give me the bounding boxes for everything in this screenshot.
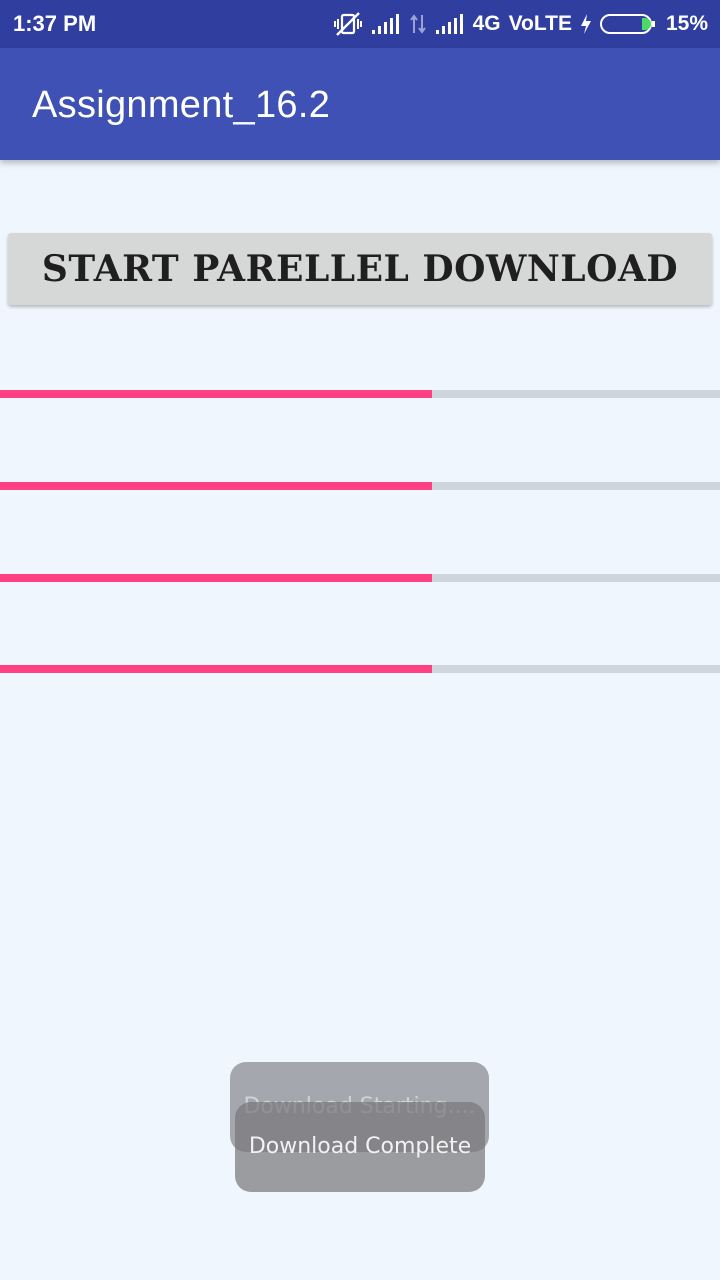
battery-percent: 15%	[665, 12, 708, 35]
signal-icon	[435, 13, 465, 35]
toast-download-complete: Download Complete	[235, 1102, 485, 1192]
signal-icon	[371, 13, 401, 35]
progress-bar	[0, 665, 720, 673]
vibrate-off-icon	[333, 11, 363, 37]
network-type-label: 4G	[472, 12, 501, 35]
status-time: 1:37 PM	[13, 11, 97, 36]
status-bar: 1:37 PM 4G VoLTE 15%	[0, 0, 720, 48]
progress-bar	[0, 574, 720, 582]
data-transfer-icon	[409, 13, 427, 35]
app-title: Assignment_16.2	[32, 84, 331, 126]
charging-icon	[580, 13, 592, 35]
start-parallel-download-button[interactable]: START PARELLEL DOWNLOAD	[8, 233, 712, 305]
progress-fill	[0, 665, 432, 673]
volte-label: VoLTE	[508, 12, 572, 35]
app-bar: Assignment_16.2	[0, 48, 720, 160]
progress-fill	[0, 390, 432, 398]
battery-icon	[599, 13, 656, 35]
status-icons: 4G VoLTE 15%	[333, 8, 708, 40]
progress-fill	[0, 574, 432, 582]
progress-bar	[0, 390, 720, 398]
progress-bar	[0, 482, 720, 490]
progress-fill	[0, 482, 432, 490]
